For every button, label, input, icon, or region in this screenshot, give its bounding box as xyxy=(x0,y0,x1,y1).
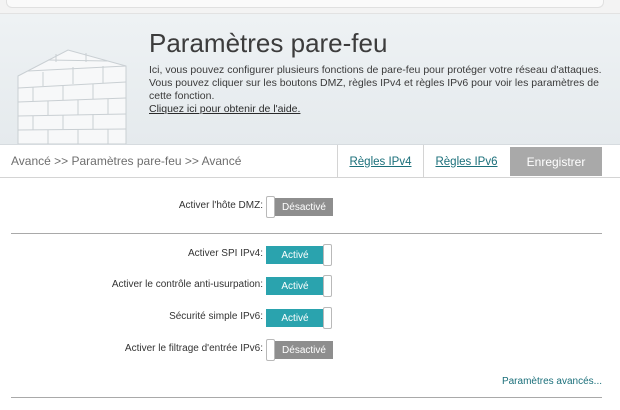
dmz-toggle-state: Désactivé xyxy=(275,198,333,216)
anti-spoof-toggle[interactable]: Activé xyxy=(266,275,333,297)
anti-spoof-toggle-knob[interactable] xyxy=(323,275,332,297)
ipv4-rules-tab[interactable]: Règles IPv4 xyxy=(337,145,423,178)
spi-ipv4-toggle[interactable]: Activé xyxy=(266,244,333,266)
ipv6-ingress-label: Activer le filtrage d'entrée IPv6: xyxy=(124,343,263,354)
advanced-settings-link[interactable]: Paramètres avancés... xyxy=(502,376,602,387)
bottom-divider xyxy=(11,397,602,398)
ipv6-ingress-toggle[interactable]: Désactivé xyxy=(266,339,333,361)
ipv6-ingress-toggle-knob[interactable] xyxy=(266,339,275,361)
brick-wall-icon xyxy=(17,49,127,144)
spi-ipv4-label: Activer SPI IPv4: xyxy=(187,248,263,259)
help-link[interactable]: Cliquez ici pour obtenir de l'aide. xyxy=(149,103,300,116)
ipv6-rules-tab[interactable]: Règles IPv6 xyxy=(423,145,509,178)
anti-spoof-row: Activer le contrôle anti-usurpation: Act… xyxy=(0,275,620,297)
ipv6-simple-security-toggle-state: Activé xyxy=(266,309,324,327)
ipv6-simple-security-row: Sécurité simple IPv6: Activé xyxy=(0,307,620,329)
top-bar xyxy=(0,0,620,14)
ipv6-simple-security-toggle[interactable]: Activé xyxy=(266,307,333,329)
top-bar-tab xyxy=(6,0,604,8)
ipv6-ingress-row: Activer le filtrage d'entrée IPv6: Désac… xyxy=(0,339,620,361)
nav-bar: Avancé >> Paramètres pare-feu >> Avancé … xyxy=(0,145,620,178)
ipv6-ingress-toggle-state: Désactivé xyxy=(275,341,333,359)
dmz-row: Activer l'hôte DMZ: Désactivé xyxy=(0,196,620,218)
page-description: Ici, vous pouvez configurer plusieurs fo… xyxy=(149,64,609,116)
breadcrumb: Avancé >> Paramètres pare-feu >> Avancé xyxy=(11,154,242,168)
page-header: Paramètres pare-feu Ici, vous pouvez con… xyxy=(0,14,620,145)
dmz-toggle[interactable]: Désactivé xyxy=(266,196,333,218)
ipv6-simple-security-toggle-knob[interactable] xyxy=(323,307,332,329)
dmz-label: Activer l'hôte DMZ: xyxy=(178,200,263,211)
description-text: Ici, vous pouvez configurer plusieurs fo… xyxy=(149,64,602,102)
spi-ipv4-toggle-state: Activé xyxy=(266,246,324,264)
dmz-toggle-knob[interactable] xyxy=(266,196,275,218)
spi-ipv4-row: Activer SPI IPv4: Activé xyxy=(0,244,620,266)
section-divider xyxy=(11,233,602,234)
ipv6-simple-security-label: Sécurité simple IPv6: xyxy=(169,311,263,322)
page-title: Paramètres pare-feu xyxy=(149,28,388,58)
spi-ipv4-toggle-knob[interactable] xyxy=(323,244,332,266)
anti-spoof-label: Activer le contrôle anti-usurpation: xyxy=(111,279,263,290)
save-button[interactable]: Enregistrer xyxy=(510,147,602,176)
anti-spoof-toggle-state: Activé xyxy=(266,277,324,295)
